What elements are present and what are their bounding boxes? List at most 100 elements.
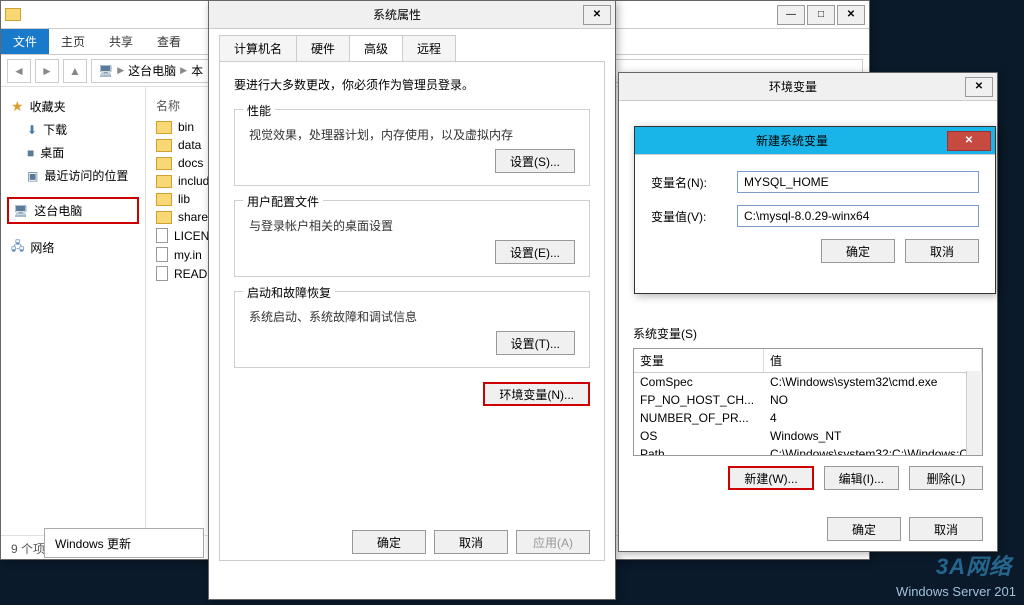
ok-button[interactable]: 确定 xyxy=(827,517,901,541)
profile-desc: 与登录帐户相关的桌面设置 xyxy=(249,217,579,234)
tab-remote[interactable]: 远程 xyxy=(402,35,456,61)
forward-button[interactable]: ► xyxy=(35,59,59,83)
col-value[interactable]: 值 xyxy=(764,349,982,372)
performance-label: 性能 xyxy=(243,102,275,119)
ribbon-tab-share[interactable]: 共享 xyxy=(97,29,145,54)
file-icon xyxy=(156,228,168,243)
windows-update-popup[interactable]: Windows 更新 xyxy=(44,528,204,558)
var-value-input[interactable] xyxy=(737,205,979,227)
ribbon-tab-file[interactable]: 文件 xyxy=(1,29,49,54)
tab-computer-name[interactable]: 计算机名 xyxy=(219,35,297,61)
envvars-title: 环境变量 xyxy=(623,78,963,95)
profile-label: 用户配置文件 xyxy=(243,193,323,210)
table-row[interactable]: FP_NO_HOST_CH...NO xyxy=(634,391,982,409)
col-variable[interactable]: 变量 xyxy=(634,349,764,372)
var-name-input[interactable] xyxy=(737,171,979,193)
cancel-button[interactable]: 取消 xyxy=(905,239,979,263)
maximize-button[interactable]: □ xyxy=(807,5,835,25)
var-name-label: 变量名(N): xyxy=(651,174,727,191)
startup-section: 启动和故障恢复 系统启动、系统故障和调试信息 设置(T)... xyxy=(234,291,590,368)
sysprops-title: 系统属性 xyxy=(213,6,581,23)
table-row[interactable]: PathC:\Windows\system32;C:\Windows;C:\Wi… xyxy=(634,445,982,456)
star-icon: ★ xyxy=(11,98,24,115)
explorer-sidebar: ★收藏夹 ⬇下载 ■桌面 ▣最近访问的位置 🖥这台电脑 🖧网络 xyxy=(1,87,146,535)
folder-icon xyxy=(156,211,172,224)
folder-icon: ▣ xyxy=(27,169,38,183)
path-segment-drive[interactable]: 本 xyxy=(191,62,203,79)
system-vars-buttons: 新建(W)... 编辑(I)... 删除(L) xyxy=(633,466,983,490)
pc-icon: 🖥 xyxy=(98,64,113,78)
admin-intro-text: 要进行大多数更改，你必须作为管理员登录。 xyxy=(234,76,590,93)
newvar-title: 新建系统变量 xyxy=(639,132,945,149)
close-button[interactable]: ✕ xyxy=(947,131,991,151)
sidebar-downloads[interactable]: ⬇下载 xyxy=(7,118,139,141)
folder-icon xyxy=(156,175,172,188)
delete-button[interactable]: 删除(L) xyxy=(909,466,983,490)
sidebar-favorites[interactable]: ★收藏夹 xyxy=(7,95,139,118)
minimize-button[interactable]: — xyxy=(777,5,805,25)
ok-button[interactable]: 确定 xyxy=(352,530,426,554)
ribbon-tab-view[interactable]: 查看 xyxy=(145,29,193,54)
environment-variables-button[interactable]: 环境变量(N)... xyxy=(483,382,590,406)
ok-button[interactable]: 确定 xyxy=(821,239,895,263)
table-row[interactable]: ComSpecC:\Windows\system32\cmd.exe xyxy=(634,373,982,391)
performance-section: 性能 视觉效果，处理器计划，内存使用，以及虚拟内存 设置(S)... xyxy=(234,109,590,186)
path-segment-thispc[interactable]: 这台电脑 xyxy=(128,62,176,79)
system-vars-table: 变量 值 ComSpecC:\Windows\system32\cmd.exe … xyxy=(633,348,983,456)
cancel-button[interactable]: 取消 xyxy=(909,517,983,541)
startup-label: 启动和故障恢复 xyxy=(243,284,335,301)
pc-icon: 🖥 xyxy=(13,204,28,218)
tab-hardware[interactable]: 硬件 xyxy=(296,35,350,61)
table-row[interactable]: OSWindows_NT xyxy=(634,427,982,445)
new-button[interactable]: 新建(W)... xyxy=(728,466,813,490)
edit-button[interactable]: 编辑(I)... xyxy=(824,466,899,490)
var-value-label: 变量值(V): xyxy=(651,208,727,225)
sidebar-desktop[interactable]: ■桌面 xyxy=(7,141,139,164)
ribbon-tab-home[interactable]: 主页 xyxy=(49,29,97,54)
chevron-right-icon: ▶ xyxy=(180,65,187,76)
folder-icon xyxy=(156,121,172,134)
chevron-right-icon: ▶ xyxy=(117,65,124,76)
scrollbar[interactable] xyxy=(966,371,982,455)
folder-icon xyxy=(156,157,172,170)
startup-settings-button[interactable]: 设置(T)... xyxy=(496,331,575,355)
close-button[interactable]: ✕ xyxy=(583,5,611,25)
user-profile-section: 用户配置文件 与登录帐户相关的桌面设置 设置(E)... xyxy=(234,200,590,277)
file-icon xyxy=(156,247,168,262)
env-var-row: 环境变量(N)... xyxy=(234,382,590,406)
sysprops-footer: 确定 取消 应用(A) xyxy=(352,530,590,554)
new-system-variable-dialog: 新建系统变量 ✕ 变量名(N): 变量值(V): 确定 取消 xyxy=(634,126,996,294)
network-icon: 🖧 xyxy=(11,237,24,258)
desktop-icon: ■ xyxy=(27,146,34,160)
newvar-body: 变量名(N): 变量值(V): 确定 取消 xyxy=(635,155,995,279)
tab-advanced[interactable]: 高级 xyxy=(349,35,403,61)
back-button[interactable]: ◄ xyxy=(7,59,31,83)
table-row[interactable]: NUMBER_OF_PR...4 xyxy=(634,409,982,427)
close-button[interactable]: ✕ xyxy=(837,5,865,25)
performance-settings-button[interactable]: 设置(S)... xyxy=(495,149,575,173)
close-button[interactable]: ✕ xyxy=(965,77,993,97)
sysprops-body: 要进行大多数更改，你必须作为管理员登录。 性能 视觉效果，处理器计划，内存使用，… xyxy=(219,61,605,561)
file-icon xyxy=(156,266,168,281)
cancel-button[interactable]: 取消 xyxy=(434,530,508,554)
profile-settings-button[interactable]: 设置(E)... xyxy=(495,240,575,264)
sysprops-tabs: 计算机名 硬件 高级 远程 xyxy=(209,29,615,61)
sidebar-thispc[interactable]: 🖥这台电脑 xyxy=(7,197,139,224)
system-properties-window: 系统属性 ✕ 计算机名 硬件 高级 远程 要进行大多数更改，你必须作为管理员登录… xyxy=(208,0,616,600)
apply-button[interactable]: 应用(A) xyxy=(516,530,590,554)
sidebar-recent[interactable]: ▣最近访问的位置 xyxy=(7,164,139,187)
logo-watermark: 3A网络 xyxy=(936,549,1012,581)
sysprops-titlebar: 系统属性 ✕ xyxy=(209,1,615,29)
newvar-titlebar: 新建系统变量 ✕ xyxy=(635,127,995,155)
windows-update-label: Windows 更新 xyxy=(55,535,131,552)
startup-desc: 系统启动、系统故障和调试信息 xyxy=(249,308,579,325)
envvars-titlebar: 环境变量 ✕ xyxy=(619,73,997,101)
up-button[interactable]: ▲ xyxy=(63,59,87,83)
sidebar-network[interactable]: 🖧网络 xyxy=(7,234,139,261)
performance-desc: 视觉效果，处理器计划，内存使用，以及虚拟内存 xyxy=(249,126,579,143)
download-icon: ⬇ xyxy=(27,123,37,137)
folder-icon xyxy=(5,8,21,21)
folder-icon xyxy=(156,193,172,206)
os-watermark: Windows Server 201 xyxy=(896,584,1016,599)
envvars-footer: 确定 取消 xyxy=(827,517,983,541)
